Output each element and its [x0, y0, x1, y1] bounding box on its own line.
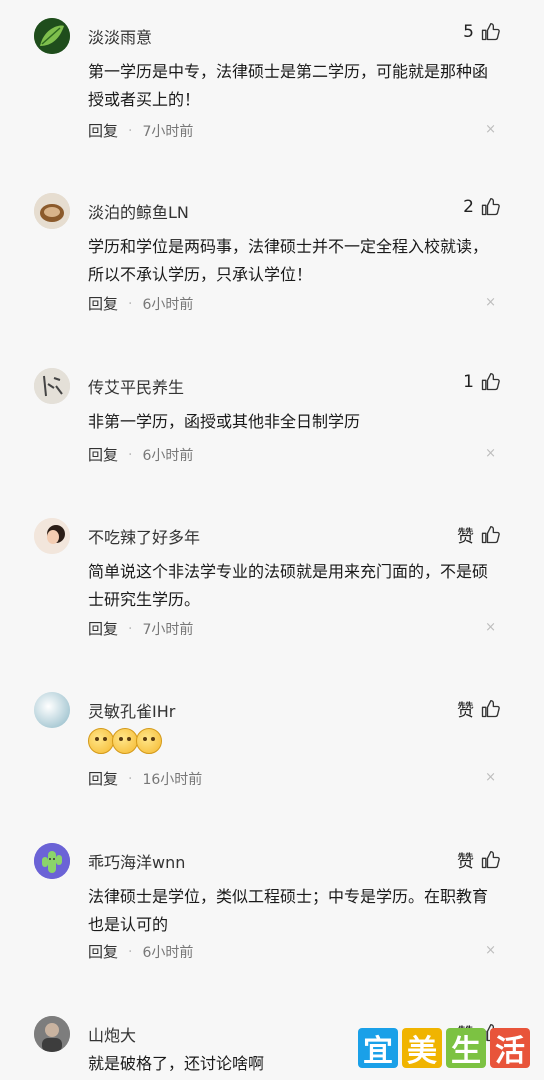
sky-photo-icon	[34, 692, 70, 728]
reply-button[interactable]: 回复	[88, 293, 118, 314]
username[interactable]: 不吃辣了好多年	[88, 524, 200, 548]
timestamp: 7小时前	[142, 123, 194, 140]
like-count: 赞	[457, 852, 474, 872]
watermark-char: 活	[490, 1028, 530, 1069]
comment-text: 简单说这个非法学专业的法硕就是用来充门面的，不是硕士研究生学历。	[88, 562, 489, 609]
reply-button[interactable]: 回复	[88, 444, 118, 465]
thumbs-up-icon	[481, 699, 500, 717]
meta-separator: ·	[128, 295, 133, 312]
meta-separator: ·	[128, 770, 133, 787]
timestamp: 6小时前	[142, 944, 194, 961]
comment-emoji-content	[88, 728, 500, 754]
reply-button[interactable]: 回复	[88, 120, 118, 141]
comment-meta: 回复 · 6小时前	[88, 293, 193, 314]
like-count: 1	[463, 372, 474, 392]
meta-separator: ·	[128, 943, 133, 960]
username[interactable]: 传艾平民养生	[88, 374, 184, 398]
like-button[interactable]: 5	[463, 22, 500, 42]
like-count: 赞	[457, 701, 474, 721]
comment-text: 非第一学历，函授或其他非全日制学历	[88, 412, 361, 431]
username[interactable]: 灵敏孔雀IHr	[88, 698, 175, 722]
close-icon[interactable]: ×	[485, 770, 496, 785]
username[interactable]: 乖巧海洋wnn	[88, 849, 185, 873]
watermark-char: 宜	[358, 1028, 398, 1069]
comment-meta: 回复 · 16小时前	[88, 768, 202, 789]
surprised-emoji-icon	[136, 728, 162, 754]
thumbs-up-icon	[481, 525, 500, 543]
timestamp: 6小时前	[142, 447, 194, 464]
avatar[interactable]	[34, 843, 70, 879]
thumbs-up-icon	[481, 373, 500, 391]
reply-button[interactable]: 回复	[88, 941, 118, 962]
person-photo-icon	[34, 518, 70, 554]
watermark-logo: 宜 美 生 活	[358, 1028, 530, 1069]
like-button[interactable]: 赞	[457, 847, 500, 872]
avatar[interactable]	[34, 1016, 70, 1052]
like-button[interactable]: 2	[463, 197, 500, 217]
timestamp: 6小时前	[142, 296, 194, 313]
watermark-char: 生	[446, 1028, 486, 1069]
username[interactable]: 淡泊的鲸鱼LN	[88, 199, 189, 223]
comment-meta: 回复 · 7小时前	[88, 120, 193, 141]
meta-separator: ·	[128, 122, 133, 139]
cactus-icon	[34, 843, 70, 879]
comment-text: 学历和学位是两码事，法律硕士并不一定全程入校就读，所以不承认学历，只承认学位！	[88, 237, 489, 284]
reply-button[interactable]: 回复	[88, 768, 118, 789]
timestamp: 7小时前	[142, 621, 194, 638]
comment-meta: 回复 · 7小时前	[88, 618, 193, 639]
like-button[interactable]: 赞	[457, 696, 500, 721]
thumbs-up-icon	[481, 850, 500, 868]
comment-meta: 回复 · 6小时前	[88, 941, 193, 962]
thumbs-up-icon	[481, 198, 500, 216]
leaf-icon	[34, 18, 70, 54]
watermark-char: 美	[402, 1028, 442, 1069]
surprised-emoji-icon	[112, 728, 138, 754]
meta-separator: ·	[128, 446, 133, 463]
close-icon[interactable]: ×	[485, 122, 496, 137]
avatar[interactable]	[34, 368, 70, 404]
avatar[interactable]	[34, 193, 70, 229]
calligraphy-icon	[34, 368, 70, 404]
comment-text: 法律硕士是学位，类似工程硕士；中专是学历。在职教育也是认可的	[88, 887, 489, 934]
like-button[interactable]: 赞	[457, 522, 500, 547]
person-photo-icon	[34, 1016, 70, 1052]
close-icon[interactable]: ×	[485, 943, 496, 958]
like-count: 2	[463, 197, 474, 217]
avatar[interactable]	[34, 18, 70, 54]
username[interactable]: 淡淡雨意	[88, 24, 152, 48]
like-button[interactable]: 1	[463, 372, 500, 392]
timestamp: 16小时前	[142, 771, 203, 788]
like-count: 赞	[457, 527, 474, 547]
comment-meta: 回复 · 6小时前	[88, 444, 193, 465]
like-count: 5	[463, 22, 474, 42]
close-icon[interactable]: ×	[485, 620, 496, 635]
thumbs-up-icon	[481, 23, 500, 41]
meta-separator: ·	[128, 620, 133, 637]
avatar[interactable]	[34, 692, 70, 728]
surprised-emoji-icon	[88, 728, 114, 754]
close-icon[interactable]: ×	[485, 295, 496, 310]
avatar[interactable]	[34, 518, 70, 554]
close-icon[interactable]: ×	[485, 446, 496, 461]
reply-button[interactable]: 回复	[88, 618, 118, 639]
coffee-cup-icon	[34, 193, 70, 229]
comment-text: 第一学历是中专，法律硕士是第二学历，可能就是那种函授或者买上的！	[88, 62, 489, 109]
username[interactable]: 山炮大	[88, 1022, 136, 1046]
